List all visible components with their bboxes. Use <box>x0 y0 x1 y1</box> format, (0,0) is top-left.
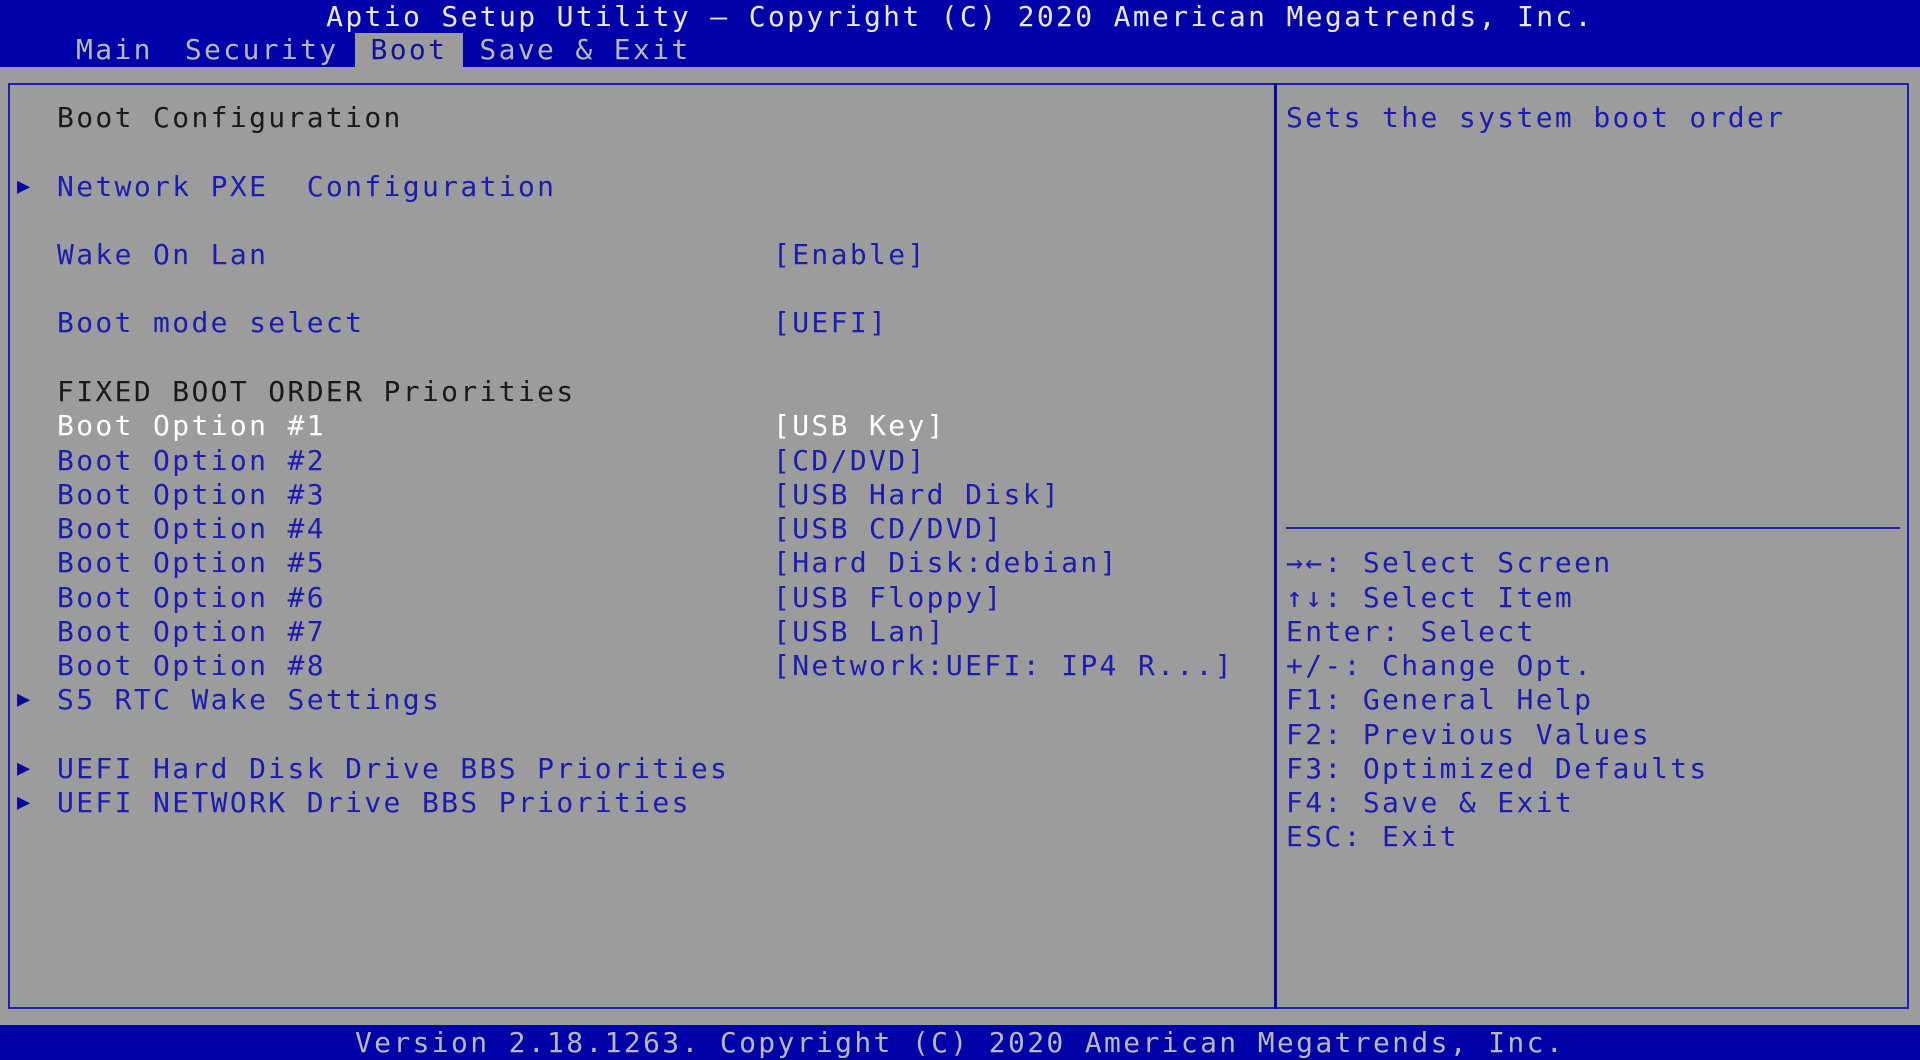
boot-option-7-value[interactable]: [USB Lan] <box>773 615 946 649</box>
tab-save-exit[interactable]: Save & Exit <box>463 33 706 67</box>
boot-option-4-value[interactable]: [USB CD/DVD] <box>773 512 1004 546</box>
boot-option-6-label[interactable]: Boot Option #6 <box>57 581 326 615</box>
key-hint-enter: Enter: Select <box>1286 615 1536 648</box>
key-hint-f1: F1: General Help <box>1286 683 1594 716</box>
header-bar: Aptio Setup Utility – Copyright (C) 2020… <box>0 0 1920 67</box>
boot-option-4-label[interactable]: Boot Option #4 <box>57 512 326 546</box>
submenu-uefi-hdd-bbs[interactable]: UEFI Hard Disk Drive BBS Priorities <box>57 752 729 786</box>
submenu-uefi-network-bbs[interactable]: UEFI NETWORK Drive BBS Priorities <box>57 786 691 820</box>
key-hint-select-item: ↑↓: Select Item <box>1286 581 1575 614</box>
submenu-arrow-icon: ▶ <box>17 756 31 781</box>
key-hint-f3: F3: Optimized Defaults <box>1286 752 1709 785</box>
help-separator <box>1286 527 1900 529</box>
boot-mode-label[interactable]: Boot mode select <box>57 306 364 340</box>
submenu-arrow-icon: ▶ <box>17 790 31 815</box>
boot-option-1-label[interactable]: Boot Option #1 <box>57 409 326 443</box>
submenu-arrow-icon: ▶ <box>17 174 31 199</box>
fixed-boot-order-title: FIXED BOOT ORDER Priorities <box>57 375 576 408</box>
tab-bar: Main Security Boot Save & Exit <box>60 33 707 67</box>
section-title: Boot Configuration <box>57 101 403 134</box>
submenu-network-pxe[interactable]: Network PXE Configuration <box>57 170 556 204</box>
boot-option-8-label[interactable]: Boot Option #8 <box>57 649 326 683</box>
boot-option-2-label[interactable]: Boot Option #2 <box>57 444 326 478</box>
submenu-arrow-icon: ▶ <box>17 687 31 712</box>
panel-divider <box>1274 83 1277 1009</box>
submenu-s5-rtc-wake[interactable]: S5 RTC Wake Settings <box>57 683 441 717</box>
key-hint-f4: F4: Save & Exit <box>1286 786 1575 819</box>
key-hint-esc: ESC: Exit <box>1286 820 1459 853</box>
boot-option-8-value[interactable]: [Network:UEFI: IP4 R...] <box>773 649 1234 683</box>
boot-option-5-label[interactable]: Boot Option #5 <box>57 546 326 580</box>
key-hint-select-screen: →←: Select Screen <box>1286 546 1613 579</box>
boot-option-6-value[interactable]: [USB Floppy] <box>773 581 1004 615</box>
help-description: Sets the system boot order <box>1286 101 1786 134</box>
boot-option-1-value[interactable]: [USB Key] <box>773 409 946 443</box>
version-text: Version 2.18.1263. Copyright (C) 2020 Am… <box>354 1026 1566 1059</box>
tab-boot[interactable]: Boot <box>354 33 464 67</box>
tab-main[interactable]: Main <box>60 33 169 67</box>
app-title: Aptio Setup Utility – Copyright (C) 2020… <box>326 0 1594 33</box>
boot-option-7-label[interactable]: Boot Option #7 <box>57 615 326 649</box>
boot-mode-value[interactable]: [UEFI] <box>773 306 888 340</box>
key-hint-change-opt: +/-: Change Opt. <box>1286 649 1594 682</box>
footer-bar: Version 2.18.1263. Copyright (C) 2020 Am… <box>0 1025 1920 1060</box>
tab-security[interactable]: Security <box>169 33 355 67</box>
boot-option-5-value[interactable]: [Hard Disk:debian] <box>773 546 1119 580</box>
wake-on-lan-label[interactable]: Wake On Lan <box>57 238 268 272</box>
boot-option-2-value[interactable]: [CD/DVD] <box>773 444 927 478</box>
wake-on-lan-value[interactable]: [Enable] <box>773 238 927 272</box>
key-hint-f2: F2: Previous Values <box>1286 718 1651 751</box>
boot-option-3-value[interactable]: [USB Hard Disk] <box>773 478 1061 512</box>
boot-option-3-label[interactable]: Boot Option #3 <box>57 478 326 512</box>
